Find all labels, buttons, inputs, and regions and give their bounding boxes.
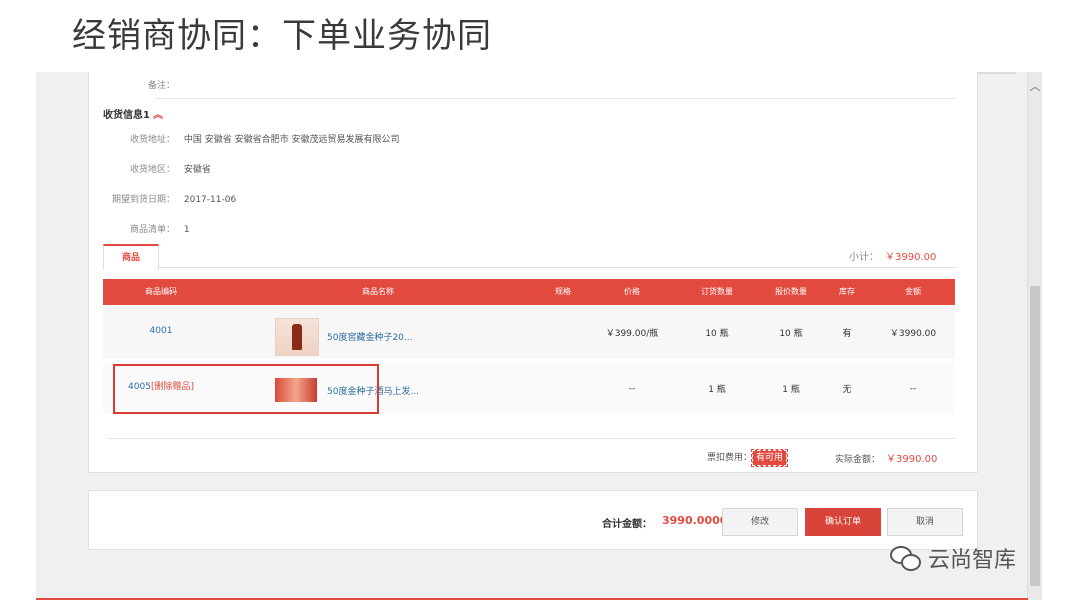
field-label: 期望到货日期： [111, 195, 175, 205]
section-title[interactable]: 收货信息1 ︽ [103, 106, 163, 121]
row-amount: ￥3990.00 [889, 329, 937, 339]
product-code[interactable]: 4001 [103, 326, 219, 336]
cancel-button[interactable]: 取消 [887, 508, 963, 536]
remark-label: 备注： [147, 81, 175, 91]
confirm-order-button[interactable]: 确认订单 [805, 508, 881, 536]
slide-title: 经销商协同：下单业务协同 [72, 16, 492, 56]
watermark-text: 云尚智库 [928, 548, 1017, 573]
tab-products[interactable]: 商品 [103, 244, 159, 270]
column-header: 商品名称 [362, 287, 394, 296]
field-value: 1 [183, 225, 190, 235]
field-product-list: 商品清单： 1 [103, 222, 190, 235]
field-label: 收货地区： [129, 165, 175, 175]
row-amount: -- [909, 384, 917, 394]
column-header: 规格 [555, 287, 571, 296]
column-header: 库存 [839, 287, 855, 296]
actual-label: 实际金额： [835, 455, 881, 465]
total-value: 3990.0000 [662, 514, 728, 527]
actual-value: ￥3990.00 [886, 454, 938, 465]
order-footer-card: 合计金额： 3990.0000 修改 确认订单 取消 [88, 490, 978, 550]
order-qty: 1 瓶 [708, 385, 726, 395]
product-price: -- [628, 384, 636, 394]
quote-qty: 1 瓶 [782, 385, 800, 395]
chevron-up-icon[interactable]: ︽ [153, 110, 163, 121]
column-header: 金额 [905, 287, 921, 296]
highlight-box [113, 364, 379, 414]
quote-qty: 10 瓶 [779, 329, 803, 339]
bottom-accent-line [36, 598, 1028, 600]
product-name-link[interactable]: 50度窖藏金种子20... [327, 330, 413, 343]
section-title-text: 收货信息1 [103, 110, 150, 121]
stock-status: 无 [842, 385, 852, 395]
wechat-icon [890, 544, 922, 572]
order-qty: 10 瓶 [705, 329, 729, 339]
column-header: 订货数量 [701, 287, 733, 296]
divider [107, 438, 955, 439]
column-header: 价格 [624, 287, 640, 296]
order-detail-card: 备注： 收货信息1 ︽ 收货地址： 中国 安徽省 安徽省合肥市 安徽茂远贸易发展有… [88, 72, 978, 473]
field-value: 安徽省 [183, 165, 211, 175]
field-region: 收货地区： 安徽省 [103, 162, 211, 175]
total-label: 合计金额： [602, 519, 652, 530]
product-price: ￥399.00/瓶 [605, 329, 659, 339]
modify-button[interactable]: 修改 [722, 508, 798, 536]
scroll-up-icon[interactable]: ︿ [1029, 78, 1041, 94]
tab-underline [157, 267, 955, 268]
fee-available-badge[interactable]: 有可用 [751, 449, 789, 467]
field-value: 中国 安徽省 安徽省合肥市 安徽茂远贸易发展有限公司 [183, 135, 400, 145]
field-delivery-date: 期望到货日期： 2017-11-06 [103, 192, 236, 205]
field-address: 收货地址： 中国 安徽省 安徽省合肥市 安徽茂远贸易发展有限公司 [103, 132, 399, 145]
field-label: 商品清单： [129, 225, 175, 235]
field-value: 2017-11-06 [183, 195, 237, 205]
subtotal: 小计： ￥3990.00 [849, 248, 936, 263]
stock-status: 有 [842, 329, 852, 339]
table-header: 商品编码 商品名称 规格 价格 订货数量 报价数量 库存 金额 [103, 279, 955, 305]
subtotal-label: 小计： [849, 252, 879, 263]
ticket-fee: 票扣费用： 有可用 [707, 449, 789, 467]
subtotal-value: ￥3990.00 [885, 252, 937, 263]
app-screenshot: 备注： 收货信息1 ︽ 收货地址： 中国 安徽省 安徽省合肥市 安徽茂远贸易发展有… [36, 72, 1042, 600]
column-header: 商品编码 [145, 287, 177, 296]
actual-amount: 实际金额： ￥3990.00 [835, 450, 937, 465]
column-header: 报价数量 [775, 287, 807, 296]
product-thumbnail[interactable] [275, 318, 319, 356]
vertical-scrollbar[interactable]: ︿ [1027, 72, 1042, 600]
watermark: 云尚智库 [890, 542, 1016, 574]
field-label: 收货地址： [129, 135, 175, 145]
fee-label: 票扣费用： [707, 453, 753, 463]
scroll-thumb[interactable] [1030, 286, 1040, 586]
remark-row: 备注： [103, 78, 175, 91]
divider [155, 98, 955, 99]
